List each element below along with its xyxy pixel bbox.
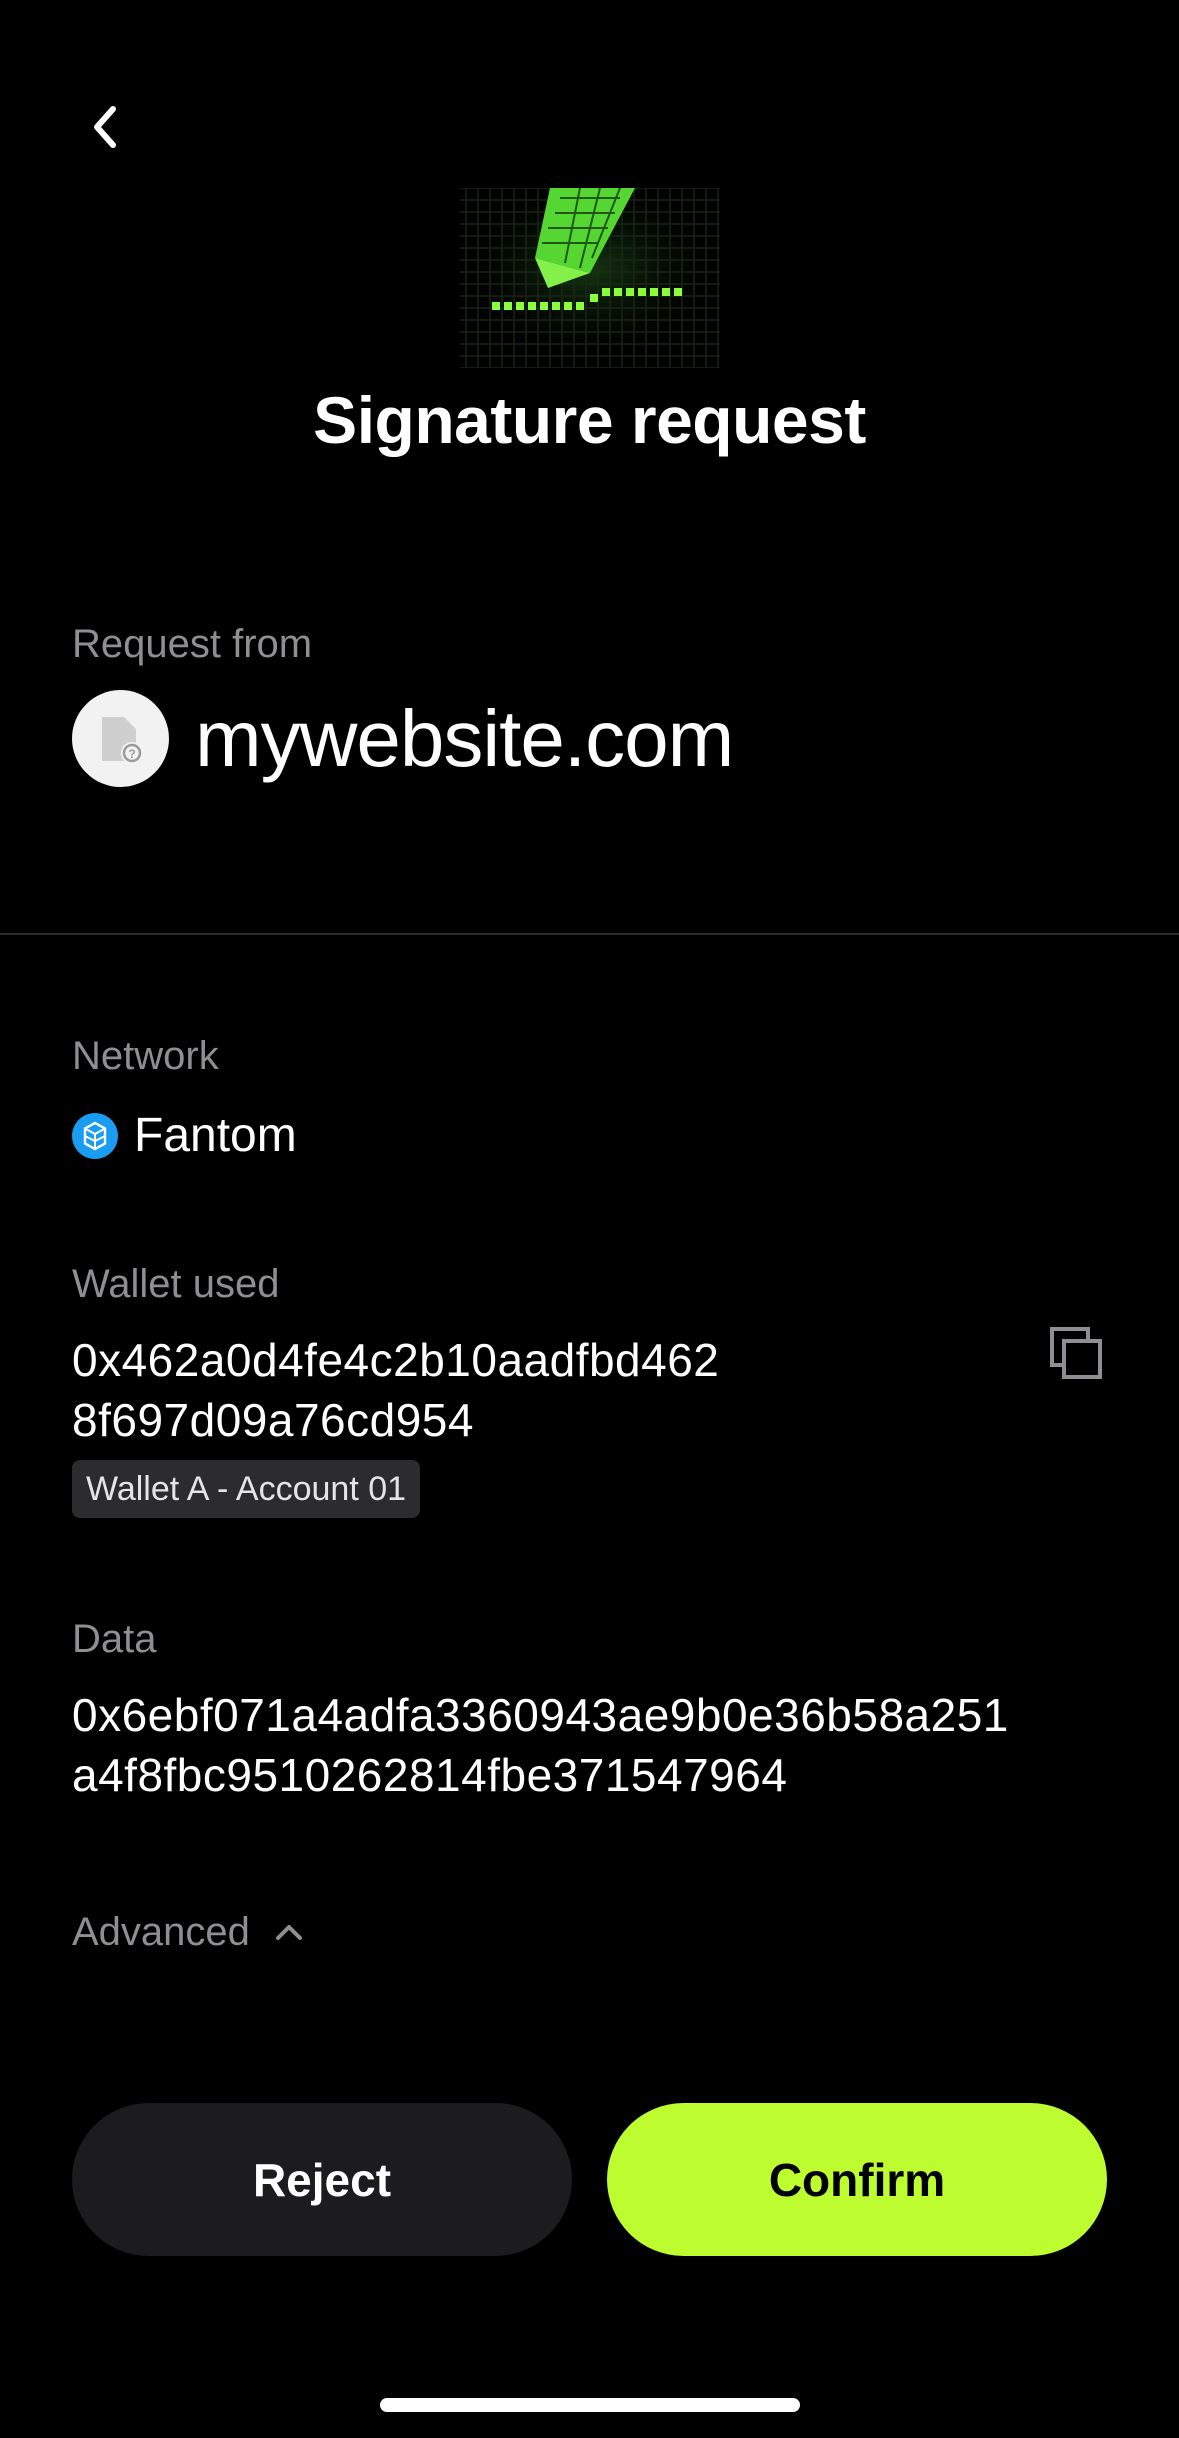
wallet-address-line-1: 0x462a0d4fe4c2b10aadfbd462 — [72, 1334, 720, 1386]
fantom-logo-icon — [72, 1112, 118, 1159]
data-line-2: a4f8fbc9510262814fbe371547964 — [72, 1749, 788, 1801]
advanced-label: Advanced — [72, 1910, 250, 1954]
home-indicator[interactable] — [380, 2398, 800, 2412]
wallet-address-line-2: 8f697d09a76cd954 — [72, 1394, 474, 1446]
request-from-label: Request from — [72, 622, 313, 666]
wallet-used-label: Wallet used — [72, 1262, 280, 1306]
unknown-site-icon: ? — [72, 690, 169, 787]
chevron-up-icon — [275, 1924, 302, 1940]
reject-button[interactable]: Reject — [72, 2103, 572, 2256]
advanced-toggle[interactable]: Advanced — [72, 1910, 306, 1955]
network-value: Fantom — [72, 1108, 297, 1163]
pixel-pen-signature-icon — [430, 187, 750, 368]
copy-address-button[interactable] — [1048, 1325, 1108, 1385]
chevron-left-icon — [94, 106, 116, 148]
data-line-1: 0x6ebf071a4adfa3360943ae9b0e36b58a251 — [72, 1689, 1009, 1741]
network-label: Network — [72, 1034, 219, 1078]
account-name: Wallet A - Account 01 — [86, 1469, 407, 1508]
account-badge: Wallet A - Account 01 — [72, 1460, 421, 1518]
site-name: mywebsite.com — [195, 693, 734, 783]
data-label: Data — [72, 1617, 157, 1661]
request-origin: ? mywebsite.com — [72, 690, 734, 787]
svg-text:?: ? — [128, 747, 135, 761]
page-title: Signature request — [313, 383, 866, 457]
back-button[interactable] — [72, 92, 142, 162]
confirm-button[interactable]: Confirm — [607, 2103, 1107, 2256]
copy-icon — [1050, 1327, 1102, 1379]
section-divider — [0, 933, 1179, 935]
network-name: Fantom — [134, 1109, 297, 1162]
